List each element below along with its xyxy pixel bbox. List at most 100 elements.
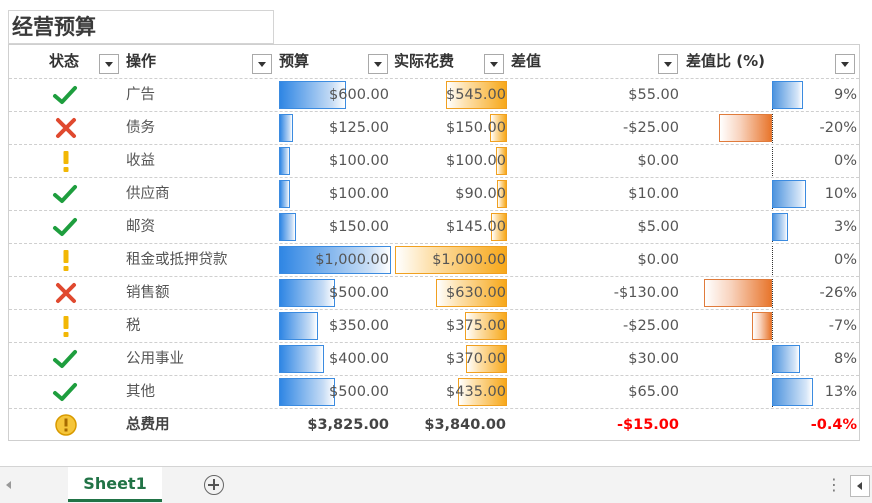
header-budget: 预算 — [279, 45, 394, 78]
header-status: 状态 — [9, 45, 124, 78]
budget-cell: $125.00 — [329, 120, 389, 136]
add-sheet-icon[interactable] — [204, 475, 224, 495]
diff-cell: -$130.00 — [613, 285, 679, 301]
category-cell: 其他 — [126, 384, 155, 400]
filter-ratio-button[interactable] — [835, 54, 855, 74]
header-diff: 差值 — [509, 45, 684, 78]
diff-cell: $65.00 — [628, 384, 679, 400]
budget-cell: $500.00 — [329, 285, 389, 301]
total-budget: $3,825.00 — [307, 417, 389, 433]
actual-cell: $145.00 — [446, 219, 506, 235]
budget-cell: $500.00 — [329, 384, 389, 400]
header-actual: 实际花费 — [394, 45, 509, 78]
diff-cell: $5.00 — [637, 219, 679, 235]
scroll-left-button[interactable] — [850, 475, 870, 497]
check-icon — [49, 376, 83, 408]
filter-category-button[interactable] — [252, 54, 272, 74]
exclamation-icon — [49, 310, 83, 342]
category-cell: 债务 — [126, 120, 155, 136]
table-row[interactable]: 邮资 $150.00 $145.00 $5.00 3% — [9, 210, 859, 243]
exclamation-icon — [49, 244, 83, 276]
actual-cell: $1,000.00 — [432, 252, 506, 268]
table-row[interactable]: 租金或抵押贷款 $1,000.00 $1,000.00 $0.00 0% — [9, 243, 859, 276]
diff-cell: $55.00 — [628, 87, 679, 103]
check-icon — [49, 343, 83, 375]
exclamation-icon — [49, 145, 83, 177]
actual-cell: $370.00 — [446, 351, 506, 367]
category-cell: 邮资 — [126, 219, 155, 235]
actual-cell: $435.00 — [446, 384, 506, 400]
sheet-tab[interactable]: Sheet1 — [68, 467, 162, 502]
table-row[interactable]: 税 $350.00 $375.00 -$25.00 -7% — [9, 309, 859, 342]
actual-cell: $90.00 — [455, 186, 506, 202]
category-cell: 税 — [126, 318, 141, 334]
ratio-cell: 9% — [833, 87, 857, 103]
header-budget-label: 预算 — [279, 52, 310, 70]
table-row[interactable]: 销售额 $500.00 $630.00 -$130.00 -26% — [9, 276, 859, 309]
header-diff-label: 差值 — [511, 52, 542, 70]
header-category-label: 操作 — [126, 52, 157, 70]
ratio-cell: 0% — [833, 252, 857, 268]
diff-cell: $0.00 — [637, 252, 679, 268]
ratio-bar — [752, 312, 772, 340]
diff-cell: $30.00 — [628, 351, 679, 367]
actual-cell: $150.00 — [446, 120, 506, 136]
ratio-axis — [772, 312, 773, 341]
total-diff: -$15.00 — [617, 417, 679, 433]
actual-cell: $545.00 — [446, 87, 506, 103]
table-row[interactable]: 公用事业 $400.00 $370.00 $30.00 8% — [9, 342, 859, 375]
budget-cell: $350.00 — [329, 318, 389, 334]
table-row[interactable]: 供应商 $100.00 $90.00 $10.00 10% — [9, 177, 859, 210]
ratio-axis — [772, 279, 773, 308]
check-icon — [49, 178, 83, 210]
ratio-cell: 10% — [824, 186, 857, 202]
ratio-axis — [772, 246, 773, 275]
actual-cell: $375.00 — [446, 318, 506, 334]
category-cell: 收益 — [126, 153, 155, 169]
filter-diff-button[interactable] — [658, 54, 678, 74]
more-options-icon[interactable]: ⋮ — [826, 475, 842, 494]
ratio-bar — [719, 114, 772, 142]
budget-cell: $400.00 — [329, 351, 389, 367]
ratio-cell: 8% — [833, 351, 857, 367]
ratio-axis — [772, 147, 773, 176]
table-row[interactable]: 收益 $100.00 $100.00 $0.00 0% — [9, 144, 859, 177]
category-cell: 广告 — [126, 87, 155, 103]
table-row[interactable]: 其他 $500.00 $435.00 $65.00 13% — [9, 375, 859, 408]
ratio-cell: -20% — [819, 120, 857, 136]
budget-cell: $150.00 — [329, 219, 389, 235]
diff-cell: $0.00 — [637, 153, 679, 169]
sheet-tab-bar: Sheet1 ⋮ — [0, 466, 872, 503]
category-cell: 供应商 — [126, 186, 170, 202]
ratio-cell: -26% — [819, 285, 857, 301]
header-ratio-label: 差值比 (%) — [686, 52, 765, 70]
page-title: 经营预算 — [8, 10, 274, 44]
total-label: 总费用 — [126, 417, 170, 433]
budget-cell: $100.00 — [329, 153, 389, 169]
warning-circle-icon — [49, 409, 83, 441]
table-header-row: 状态 操作 预算 实际花费 差值 差值比 (%) — [9, 45, 859, 78]
actual-cell: $630.00 — [446, 285, 506, 301]
budget-cell: $1,000.00 — [315, 252, 389, 268]
filter-actual-button[interactable] — [484, 54, 504, 74]
table-row[interactable]: 广告 $600.00 $545.00 $55.00 9% — [9, 78, 859, 111]
table-row[interactable]: 债务 $125.00 $150.00 -$25.00 -20% — [9, 111, 859, 144]
ratio-cell: 13% — [824, 384, 857, 400]
cross-icon — [49, 277, 83, 309]
total-row[interactable]: 总费用 $3,825.00 $3,840.00 -$15.00 -0.4% — [9, 408, 859, 441]
ratio-cell: 3% — [833, 219, 857, 235]
ratio-bar — [772, 213, 788, 241]
header-actual-label: 实际花费 — [394, 52, 455, 70]
diff-cell: -$25.00 — [623, 318, 679, 334]
filter-budget-button[interactable] — [368, 54, 388, 74]
header-ratio: 差值比 (%) — [684, 45, 859, 78]
actual-cell: $100.00 — [446, 153, 506, 169]
ratio-cell: 0% — [833, 153, 857, 169]
ratio-bar — [703, 279, 772, 307]
scroll-tabs-left-icon[interactable] — [6, 481, 11, 489]
total-actual: $3,840.00 — [424, 417, 506, 433]
budget-table: 状态 操作 预算 实际花费 差值 差值比 (%) 广告 $600.00 $545.0… — [8, 44, 860, 441]
ratio-axis — [772, 114, 773, 143]
filter-status-button[interactable] — [99, 54, 119, 74]
budget-cell: $600.00 — [329, 87, 389, 103]
